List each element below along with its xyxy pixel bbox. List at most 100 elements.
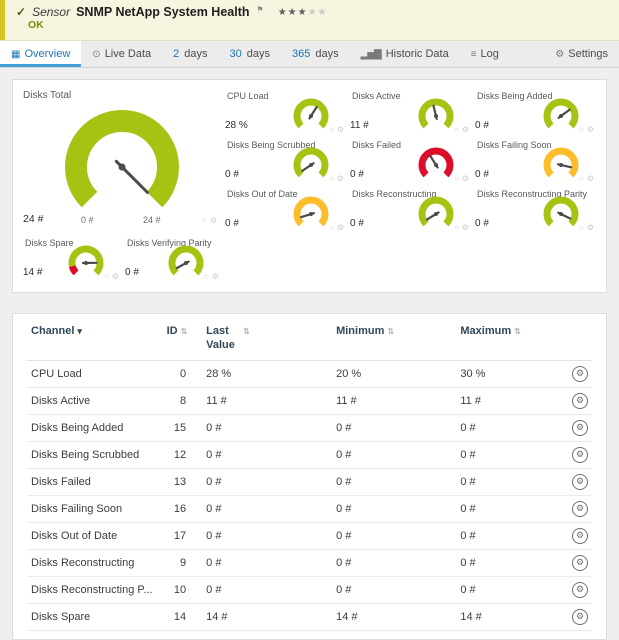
gauge-disks-spare[interactable]: Disks Spare14 #○⚙ [21, 235, 123, 284]
channel-name[interactable]: Disks Failed [27, 468, 163, 495]
table-row: CPU Load028 %20 %30 %⚙ [27, 360, 592, 387]
gauge-disks-failing-soon[interactable]: Disks Failing Soon0 #○⚙ [473, 137, 598, 186]
gauge-disks-reconstructing[interactable]: Disks Reconstructing0 #○⚙ [348, 186, 473, 235]
tab-30-days[interactable]: 30days [219, 41, 282, 67]
tab-settings[interactable]: ⚙ Settings [544, 41, 619, 67]
gauge-settings-icon[interactable]: ⚙ [337, 223, 344, 232]
maximum-value: 0 # [456, 522, 546, 549]
channel-name[interactable]: Disks Reconstructing [27, 549, 163, 576]
gauge-dial [63, 243, 109, 283]
last-value: 0 # [202, 522, 332, 549]
gauge-settings-icon[interactable]: ⚙ [462, 125, 469, 134]
gauge-settings-icon[interactable]: ⚙ [337, 174, 344, 183]
col-minimum[interactable]: Minimum⇅ [332, 316, 456, 360]
tab-historic-data[interactable]: ▂▅▇Historic Data [350, 41, 460, 67]
gauge-disks-being-added[interactable]: Disks Being Added0 #○⚙ [473, 88, 598, 137]
gauge-settings-icon[interactable]: ⚙ [462, 174, 469, 183]
channel-settings-button[interactable]: ⚙ [572, 528, 588, 544]
gauge-dial [288, 194, 334, 234]
gauge-disks-verifying-parity[interactable]: Disks Verifying Parity0 #○⚙ [123, 235, 223, 284]
tab-label: Settings [568, 48, 608, 60]
pin-icon[interactable]: ○ [204, 272, 209, 281]
gauge-disks-active[interactable]: Disks Active11 #○⚙ [348, 88, 473, 137]
table-row: Disks Failing Soon160 #0 #0 #⚙ [27, 495, 592, 522]
channel-name[interactable]: Disks Spare [27, 603, 163, 630]
col-label: Minimum [336, 325, 384, 337]
col-last-value[interactable]: Last Value⇅ [202, 316, 332, 360]
channel-settings-button[interactable]: ⚙ [572, 366, 588, 382]
gauge-settings-icon[interactable]: ⚙ [212, 272, 219, 281]
channel-name[interactable]: Disks Out of Date [27, 522, 163, 549]
col-label: ID [167, 325, 178, 337]
gauge-mini-actions: ○⚙ [454, 174, 469, 183]
pin-icon[interactable]: ○ [454, 125, 459, 134]
channel-settings-button[interactable]: ⚙ [572, 420, 588, 436]
minimum-value: 0 # [332, 441, 456, 468]
pin-icon[interactable]: ○ [202, 216, 207, 225]
last-value: 0 # [202, 468, 332, 495]
channel-settings-button[interactable]: ⚙ [572, 555, 588, 571]
channel-settings-button[interactable]: ⚙ [572, 582, 588, 598]
channel-name[interactable]: Disks Failing Soon [27, 495, 163, 522]
tab-label: Live Data [105, 48, 151, 60]
priority-stars[interactable]: ★★★★★ [278, 7, 328, 18]
gauge-settings-icon[interactable]: ⚙ [337, 125, 344, 134]
tab-log[interactable]: ≡Log [460, 41, 510, 67]
gauge-settings-icon[interactable]: ⚙ [587, 125, 594, 134]
channel-id: 14 [163, 603, 203, 630]
pin-icon[interactable]: ○ [579, 223, 584, 232]
table-row: Disks Being Added150 #0 #0 #⚙ [27, 414, 592, 441]
channel-settings-cell: ⚙ [547, 549, 592, 576]
tab-live-data[interactable]: ⊙Live Data [81, 41, 162, 67]
channel-name[interactable]: Disks Being Added [27, 414, 163, 441]
gauge-settings-icon[interactable]: ⚙ [210, 216, 217, 225]
pin-icon[interactable]: ○ [454, 174, 459, 183]
pin-icon[interactable]: ○ [104, 272, 109, 281]
tab-number: 365 [292, 48, 310, 60]
channel-name[interactable]: CPU Load [27, 360, 163, 387]
channel-name[interactable]: Disks Being Scrubbed [27, 441, 163, 468]
channel-settings-button[interactable]: ⚙ [572, 501, 588, 517]
pin-icon[interactable]: ○ [329, 174, 334, 183]
gauge-value: 0 # [225, 218, 239, 229]
channel-name[interactable]: Disks Reconstructing P... [27, 576, 163, 603]
channel-settings-button[interactable]: ⚙ [572, 609, 588, 625]
gauge-value: 0 # [475, 218, 489, 229]
channel-settings-cell: ⚙ [547, 576, 592, 603]
table-header-row: Channel▾ ID⇅ Last Value⇅ Minimum⇅ Maximu… [27, 316, 592, 360]
tab-2-days[interactable]: 2days [162, 41, 218, 67]
gauge-settings-icon[interactable]: ⚙ [462, 223, 469, 232]
gauge-disks-reconstructing-parity[interactable]: Disks Reconstructing Parity0 #○⚙ [473, 186, 598, 235]
gauge-settings-icon[interactable]: ⚙ [587, 174, 594, 183]
pin-icon[interactable]: ○ [329, 223, 334, 232]
gauge-dial [413, 194, 459, 234]
tab-365-days[interactable]: 365days [281, 41, 350, 67]
gauge-disks-total[interactable]: Disks Total 24 # 0 # 24 # ○⚙ [21, 88, 223, 235]
gauge-dial [288, 96, 334, 136]
channel-settings-button[interactable]: ⚙ [572, 474, 588, 490]
gauge-label: Disks Total [23, 90, 221, 101]
col-channel[interactable]: Channel▾ [27, 316, 163, 360]
maximum-value: 0 # [456, 549, 546, 576]
pin-icon[interactable]: ○ [579, 125, 584, 134]
pin-icon[interactable]: ○ [454, 223, 459, 232]
channel-settings-button[interactable]: ⚙ [572, 447, 588, 463]
settings-icon: ⚙ [555, 49, 563, 60]
col-maximum[interactable]: Maximum⇅ [456, 316, 546, 360]
gauge-settings-icon[interactable]: ⚙ [112, 272, 119, 281]
gauge-value: 0 # [225, 169, 239, 180]
pin-icon[interactable]: ○ [329, 125, 334, 134]
gauge-mini-actions: ○⚙ [579, 125, 594, 134]
gauge-disks-out-of-date[interactable]: Disks Out of Date0 #○⚙ [223, 186, 348, 235]
gauge-disks-failed[interactable]: Disks Failed0 #○⚙ [348, 137, 473, 186]
tab-label: days [184, 48, 207, 60]
gauge-disks-being-scrubbed[interactable]: Disks Being Scrubbed0 #○⚙ [223, 137, 348, 186]
channel-name[interactable]: Disks Active [27, 387, 163, 414]
channel-settings-button[interactable]: ⚙ [572, 393, 588, 409]
ok-check-icon: ✓ [16, 5, 26, 19]
col-id[interactable]: ID⇅ [163, 316, 203, 360]
gauge-settings-icon[interactable]: ⚙ [587, 223, 594, 232]
gauge-cpu-load[interactable]: CPU Load28 %○⚙ [223, 88, 348, 137]
pin-icon[interactable]: ○ [579, 174, 584, 183]
tab-overview[interactable]: ▦Overview [0, 41, 81, 67]
